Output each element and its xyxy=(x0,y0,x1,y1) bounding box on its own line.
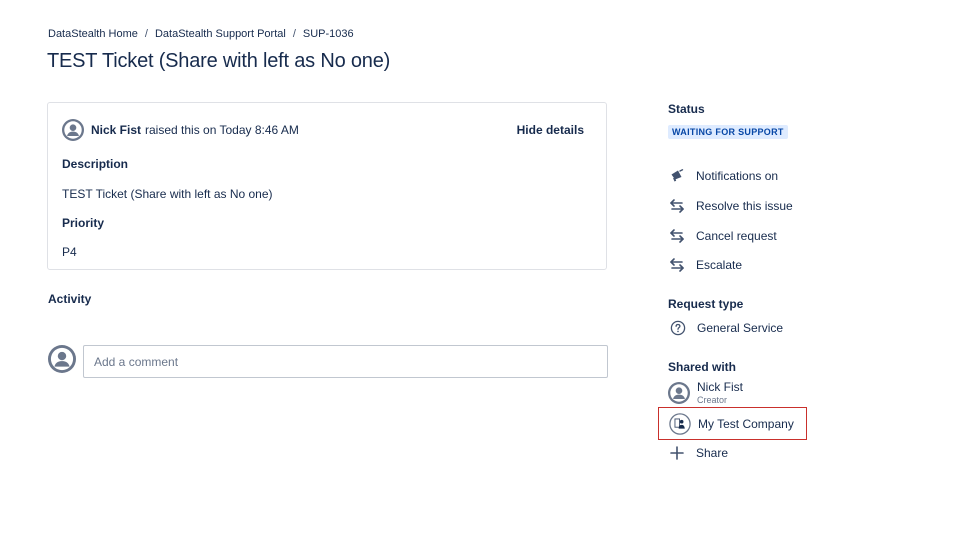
shared-with-person: Nick Fist Creator xyxy=(668,380,743,406)
activity-heading: Activity xyxy=(48,292,92,306)
status-label: Status xyxy=(668,102,705,116)
priority-label: Priority xyxy=(62,216,105,230)
transition-icon xyxy=(668,197,686,215)
resolve-issue-label: Resolve this issue xyxy=(696,199,793,213)
question-circle-icon xyxy=(670,320,686,336)
page-title: TEST Ticket (Share with left as No one) xyxy=(47,50,391,72)
cancel-request-label: Cancel request xyxy=(696,229,777,243)
shared-org-name: My Test Company xyxy=(698,416,794,431)
hide-details-button[interactable]: Hide details xyxy=(517,123,584,137)
priority-value: P4 xyxy=(62,245,77,259)
notifications-toggle[interactable]: Notifications on xyxy=(668,167,778,185)
plus-icon xyxy=(668,444,686,462)
resolve-issue-action[interactable]: Resolve this issue xyxy=(668,197,793,215)
transition-icon xyxy=(668,227,686,245)
user-avatar-icon xyxy=(62,119,84,141)
shared-person-role: Creator xyxy=(697,395,728,405)
breadcrumb-portal-link[interactable]: DataStealth Support Portal xyxy=(155,28,286,40)
reporter-name: Nick Fist xyxy=(91,123,142,137)
description-value: TEST Ticket (Share with left as No one) xyxy=(62,187,273,201)
shared-with-organization[interactable]: My Test Company xyxy=(658,407,807,440)
escalate-action[interactable]: Escalate xyxy=(668,256,742,274)
organization-icon xyxy=(669,412,691,435)
megaphone-icon xyxy=(668,167,686,185)
cancel-request-action[interactable]: Cancel request xyxy=(668,227,777,245)
breadcrumb-separator: / xyxy=(144,28,148,40)
breadcrumb-issue-link[interactable]: SUP-1036 xyxy=(303,28,354,40)
share-button[interactable]: Share xyxy=(668,444,728,462)
shared-person-name: Nick Fist xyxy=(697,380,743,394)
user-avatar-icon xyxy=(48,345,76,373)
raised-timestamp: raised this on Today 8:46 AM xyxy=(145,123,299,137)
escalate-label: Escalate xyxy=(696,258,743,272)
shared-person-text: Nick Fist Creator xyxy=(697,380,743,406)
description-label: Description xyxy=(62,157,129,171)
comment-input[interactable] xyxy=(83,345,608,378)
breadcrumb-home-link[interactable]: DataStealth Home xyxy=(48,28,138,40)
request-type-row: General Service xyxy=(670,320,783,336)
notifications-label: Notifications on xyxy=(696,169,779,183)
status-badge: WAITING FOR SUPPORT xyxy=(668,125,788,139)
breadcrumb: DataStealth Home / DataStealth Support Por… xyxy=(48,28,354,40)
raised-by-row: Nick Fist raised this on Today 8:46 AM xyxy=(62,119,299,141)
shared-with-label: Shared with xyxy=(668,360,737,374)
request-type-value: General Service xyxy=(697,321,784,335)
request-details-card: Nick Fist raised this on Today 8:46 AM H… xyxy=(47,102,607,270)
share-label: Share xyxy=(696,446,729,460)
transition-icon xyxy=(668,256,686,274)
breadcrumb-separator: / xyxy=(292,28,296,40)
user-avatar-icon xyxy=(668,382,690,404)
request-type-label: Request type xyxy=(668,297,744,311)
